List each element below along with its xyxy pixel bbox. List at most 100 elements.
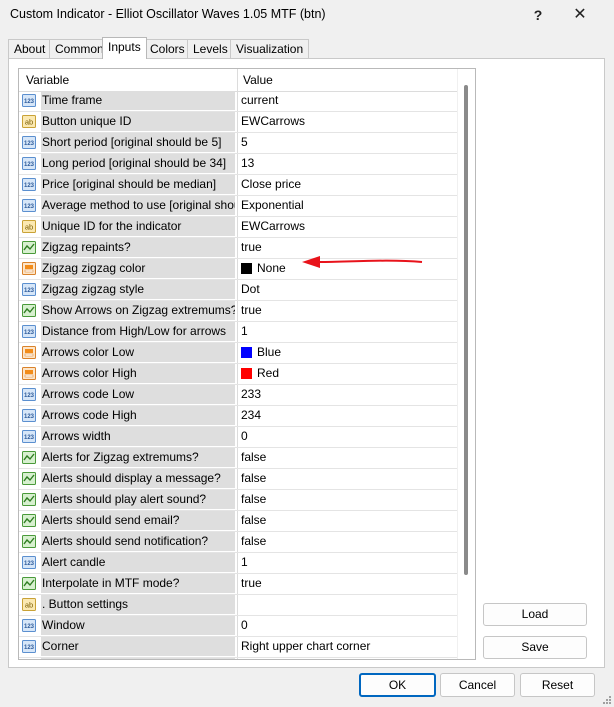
svg-text:ab: ab xyxy=(25,118,33,127)
table-row[interactable]: Alerts should display a message? false xyxy=(19,469,457,490)
variable-value[interactable]: current xyxy=(241,91,278,110)
cell-divider xyxy=(237,322,238,342)
table-row[interactable]: 123 Distance from High/Low for arrows 1 xyxy=(19,322,457,343)
table-row[interactable]: 123Horizontal shift0 xyxy=(19,658,457,659)
variable-name: Zigzag zigzag color xyxy=(41,259,235,278)
tab-about[interactable]: About xyxy=(8,39,52,58)
variable-value[interactable]: 0 xyxy=(241,658,248,659)
variable-value[interactable]: 1 xyxy=(241,322,248,341)
variable-value[interactable]: true xyxy=(241,574,262,593)
variable-value[interactable]: Red xyxy=(241,364,279,383)
tab-visualization[interactable]: Visualization xyxy=(230,39,310,58)
variable-value-text: Right upper chart corner xyxy=(241,639,371,653)
table-row[interactable]: 123 Window 0 xyxy=(19,616,457,637)
cell-divider xyxy=(237,343,238,363)
variable-value-text: 13 xyxy=(241,156,255,170)
variable-value[interactable]: 13 xyxy=(241,154,254,173)
tab-colors[interactable]: Colors xyxy=(144,39,191,58)
variable-value[interactable]: EWCarrows xyxy=(241,112,305,131)
help-button[interactable]: ? xyxy=(518,3,558,27)
cancel-button[interactable]: Cancel xyxy=(440,673,515,697)
variable-value[interactable]: 233 xyxy=(241,385,261,404)
table-row[interactable]: ab Button unique ID EWCarrows xyxy=(19,112,457,133)
variable-value[interactable]: false xyxy=(241,448,266,467)
table-row[interactable]: 123 Alert candle 1 xyxy=(19,553,457,574)
variable-name: Alerts for Zigzag extremums? xyxy=(41,448,235,467)
table-row[interactable]: Alerts should send notification? false xyxy=(19,532,457,553)
table-row[interactable]: ab . Button settings xyxy=(19,595,457,616)
table-row[interactable]: 123 Time frame current xyxy=(19,91,457,112)
table-row[interactable]: 123 Average method to use [original shoul… xyxy=(19,196,457,217)
variable-value[interactable]: 0 xyxy=(241,616,248,635)
svg-text:123: 123 xyxy=(24,183,35,189)
table-row[interactable]: Arrows color High Red xyxy=(19,364,457,385)
cell-divider xyxy=(237,406,238,426)
table-row[interactable]: 123 Arrows code Low 233 xyxy=(19,385,457,406)
table-row[interactable]: Alerts should play alert sound? false xyxy=(19,490,457,511)
variable-value-text: false xyxy=(241,450,267,464)
tab-common[interactable]: Common xyxy=(49,39,110,58)
variable-value[interactable]: Close price xyxy=(241,175,301,194)
variable-value[interactable]: false xyxy=(241,511,266,530)
table-row[interactable]: 123 Price [original should be median] Clos… xyxy=(19,175,457,196)
int-icon: 123 xyxy=(22,325,36,338)
svg-text:123: 123 xyxy=(24,204,35,210)
variable-value[interactable]: Right upper chart corner xyxy=(241,637,370,656)
variable-value[interactable]: Exponential xyxy=(241,196,304,215)
table-row[interactable]: 123 Corner Right upper chart corner xyxy=(19,637,457,658)
svg-text:ab: ab xyxy=(25,601,33,610)
table-row[interactable]: Show Arrows on Zigzag extremums? true xyxy=(19,301,457,322)
variable-value[interactable]: true xyxy=(241,301,262,320)
save-button[interactable]: Save xyxy=(483,636,587,659)
table-row[interactable]: Alerts for Zigzag extremums? false xyxy=(19,448,457,469)
tab-levels[interactable]: Levels xyxy=(187,39,234,58)
table-row[interactable]: Interpolate in MTF mode? true xyxy=(19,574,457,595)
table-row[interactable]: Arrows color Low Blue xyxy=(19,343,457,364)
variable-name: Arrows code High xyxy=(41,406,235,425)
scrollbar-thumb[interactable] xyxy=(464,85,468,575)
cell-divider xyxy=(237,574,238,594)
column-header-variable[interactable]: Variable xyxy=(26,73,69,87)
table-row[interactable]: 123 Zigzag zigzag style Dot xyxy=(19,280,457,301)
cell-divider xyxy=(237,616,238,636)
variable-value-text: Red xyxy=(257,366,280,380)
variable-value[interactable]: true xyxy=(241,238,262,257)
variable-value[interactable]: false xyxy=(241,532,266,551)
table-row[interactable]: 123 Arrows width 0 xyxy=(19,427,457,448)
variable-value[interactable]: Dot xyxy=(241,280,260,299)
variable-name: Alerts should send notification? xyxy=(41,532,235,551)
variable-name: Price [original should be median] xyxy=(41,175,235,194)
variable-value[interactable]: 0 xyxy=(241,427,248,446)
cell-divider xyxy=(237,301,238,321)
table-row[interactable]: ab Unique ID for the indicator EWCarrows xyxy=(19,217,457,238)
int-icon: 123 xyxy=(22,136,36,149)
int-icon: 123 xyxy=(22,178,36,191)
reset-button[interactable]: Reset xyxy=(520,673,595,697)
column-divider[interactable] xyxy=(237,69,238,91)
variable-value[interactable]: 234 xyxy=(241,406,261,425)
close-button[interactable]: ✕ xyxy=(560,3,600,27)
variable-value[interactable]: None xyxy=(241,259,286,278)
table-row[interactable]: 123 Long period [original should be 34] 13 xyxy=(19,154,457,175)
variable-name: Alerts should play alert sound? xyxy=(41,490,235,509)
load-button[interactable]: Load xyxy=(483,603,587,626)
variable-value[interactable]: Blue xyxy=(241,343,281,362)
variable-name-text: Button unique ID xyxy=(42,114,132,128)
variable-value[interactable]: EWCarrows xyxy=(241,217,305,236)
table-row[interactable]: 123 Arrows code High 234 xyxy=(19,406,457,427)
variable-value[interactable]: false xyxy=(241,469,266,488)
variable-value-text: false xyxy=(241,513,267,527)
variable-value-text: EWCarrows xyxy=(241,114,306,128)
tab-inputs[interactable]: Inputs xyxy=(102,37,147,59)
variable-value[interactable]: false xyxy=(241,490,266,509)
vertical-scrollbar[interactable] xyxy=(457,69,475,659)
variable-value[interactable]: 1 xyxy=(241,553,248,572)
table-row[interactable]: Alerts should send email? false xyxy=(19,511,457,532)
variable-name-text: Short period [original should be 5] xyxy=(42,135,222,149)
cell-divider xyxy=(237,553,238,573)
variable-value[interactable]: 5 xyxy=(241,133,248,152)
table-row[interactable]: 123 Short period [original should be 5] 5 xyxy=(19,133,457,154)
ok-button[interactable]: OK xyxy=(359,673,436,697)
column-header-value[interactable]: Value xyxy=(243,73,273,87)
resize-grip-icon[interactable] xyxy=(602,695,612,705)
